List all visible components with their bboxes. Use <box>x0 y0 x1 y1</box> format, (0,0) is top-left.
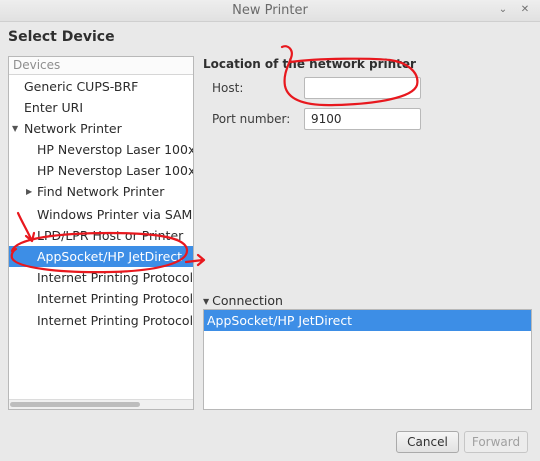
expander-down-icon[interactable]: ▼ <box>12 118 18 139</box>
device-item-network-printer[interactable]: ▼ Network Printer <box>9 118 193 139</box>
device-item-appsocket[interactable]: AppSocket/HP JetDirect <box>9 246 193 267</box>
device-item-label: Internet Printing Protocol (ip <box>37 270 193 285</box>
title-bar: New Printer ⌄ ✕ <box>0 0 540 22</box>
cancel-button[interactable]: Cancel <box>396 431 459 453</box>
scrollbar-thumb[interactable] <box>10 402 140 407</box>
expander-right-icon[interactable]: ▶ <box>26 181 32 202</box>
close-icon[interactable]: ✕ <box>518 3 532 17</box>
device-item-windows-samba[interactable]: Windows Printer via SAMBA <box>9 204 193 225</box>
window-title: New Printer <box>232 3 308 18</box>
device-item-enter-uri[interactable]: Enter URI <box>9 97 193 118</box>
device-item-hp-neverstop-2[interactable]: HP Neverstop Laser 100x (HI <box>9 160 193 181</box>
device-item-ipp-1[interactable]: Internet Printing Protocol (ip <box>9 267 193 288</box>
device-item-label: Internet Printing Protocol (h <box>37 291 193 306</box>
device-item-ipp-3[interactable]: Internet Printing Protocol (ip <box>9 310 193 331</box>
device-item-lpd-lpr[interactable]: LPD/LPR Host or Printer <box>9 225 193 246</box>
connection-list: AppSocket/HP JetDirect <box>203 309 532 410</box>
device-item-label: Find Network Printer <box>37 184 165 199</box>
host-label: Host: <box>212 81 244 95</box>
device-item-label: AppSocket/HP JetDirect <box>37 249 183 264</box>
device-item-label: HP Neverstop Laser 100x (HI <box>37 163 193 178</box>
device-item-label: Internet Printing Protocol (ip <box>37 313 193 328</box>
connection-expander[interactable]: ▼ Connection <box>203 293 283 308</box>
horizontal-scrollbar[interactable] <box>9 399 193 409</box>
device-item-generic-cups-brf[interactable]: Generic CUPS-BRF <box>9 76 193 97</box>
minimize-icon[interactable]: ⌄ <box>496 3 510 17</box>
page-title: Select Device <box>8 29 115 45</box>
device-item-hp-neverstop-1[interactable]: HP Neverstop Laser 100x (19 <box>9 139 193 160</box>
devices-header[interactable]: Devices <box>9 57 193 75</box>
device-item-label: Enter URI <box>24 100 84 115</box>
device-item-ipp-2[interactable]: Internet Printing Protocol (h <box>9 288 193 309</box>
forward-button[interactable]: Forward <box>464 431 528 453</box>
expander-down-icon: ▼ <box>203 297 210 306</box>
device-item-label: Generic CUPS-BRF <box>24 79 139 94</box>
location-heading: Location of the network printer <box>203 57 416 71</box>
device-item-label: Network Printer <box>24 121 122 136</box>
device-item-find-network-printer[interactable]: ▶ Find Network Printer <box>9 181 193 202</box>
connection-item-appsocket[interactable]: AppSocket/HP JetDirect <box>204 310 531 331</box>
device-item-label: Windows Printer via SAMBA <box>37 207 193 222</box>
device-item-label: HP Neverstop Laser 100x (19 <box>37 142 193 157</box>
devices-list: Devices Generic CUPS-BRF Enter URI ▼ Net… <box>8 56 194 410</box>
port-label: Port number: <box>212 112 291 126</box>
port-input[interactable] <box>304 108 421 130</box>
host-input[interactable] <box>304 77 421 99</box>
device-item-label: LPD/LPR Host or Printer <box>37 228 184 243</box>
connection-label: Connection <box>212 293 283 308</box>
